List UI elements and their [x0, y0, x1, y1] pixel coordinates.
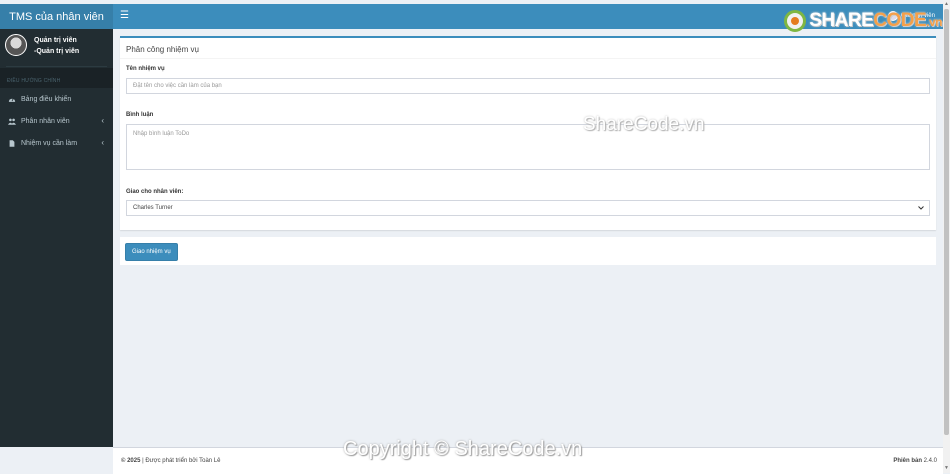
sidebar-section-header: ĐIỀU HƯỚNG CHÍNH — [0, 68, 113, 88]
user-panel: Quản trị viên -Quản trị viên — [5, 29, 107, 67]
assign-task-button[interactable]: Giao nhiệm vụ — [125, 243, 178, 261]
users-icon — [8, 118, 16, 125]
chevron-left-icon: ‹ — [101, 116, 104, 125]
sidebar-item-label: Nhiệm vụ cần làm — [21, 139, 78, 147]
sidebar-item-label: Phân nhân viên — [21, 117, 70, 125]
employee-select[interactable]: Charles Turner — [126, 200, 930, 216]
sharecode-logo-watermark: SHARECODE.vn — [784, 10, 942, 32]
scrollbar-thumb[interactable] — [944, 9, 949, 435]
assign-label: Giao cho nhân viên: — [126, 189, 184, 195]
form-actions: Giao nhiệm vụ — [120, 237, 936, 265]
sidebar-item-employees[interactable]: Phân nhân viên ‹ — [0, 110, 113, 132]
comment-textarea[interactable]: Nhập bình luận ToDo — [126, 124, 930, 170]
scroll-down-icon[interactable]: ▼ — [944, 465, 949, 471]
employee-select-value: Charles Turner — [133, 205, 173, 211]
sidebar: Quản trị viên -Quản trị viên ĐIỀU HƯỚNG … — [0, 29, 113, 447]
task-name-label: Tên nhiệm vụ — [126, 66, 165, 72]
page-scrollbar[interactable]: ▲ ▼ — [943, 0, 950, 473]
sidebar-item-todo[interactable]: Nhiệm vụ cần làm ‹ — [0, 132, 113, 154]
chevron-down-icon — [918, 206, 924, 210]
assign-task-form: Phân công nhiệm vụ Tên nhiệm vụ Đặt tên … — [120, 36, 936, 230]
chevron-left-icon: ‹ — [101, 138, 104, 147]
form-title: Phân công nhiệm vụ — [120, 38, 936, 59]
dashboard-icon — [8, 97, 16, 102]
sidebar-user-name: Quản trị viên — [34, 37, 77, 44]
logo-text-tld: .vn — [926, 15, 942, 29]
sharecode-logo-icon — [784, 10, 807, 32]
sidebar-user-role: -Quản trị viên — [34, 48, 80, 55]
footer-credit: | Được phát triển bởi Toàn Lê — [140, 458, 221, 464]
sharecode-watermark-bottom: Copyright © ShareCode.vn — [343, 438, 583, 460]
file-icon — [9, 139, 15, 147]
sidebar-item-dashboard[interactable]: Bảng điều khiển — [0, 88, 113, 110]
task-name-input[interactable]: Đặt tên cho việc cần làm của bạn — [126, 78, 930, 94]
sharecode-watermark-center: ShareCode.vn — [583, 114, 705, 135]
avatar — [5, 34, 27, 56]
logo-text-code: CODE — [873, 10, 927, 31]
footer-version: 2.4.0 — [921, 458, 937, 464]
comment-label: Bình luận — [126, 112, 154, 118]
footer-version-label: Phiên bản — [893, 458, 922, 464]
brand-logo[interactable]: TMS của nhân viên — [0, 4, 113, 29]
footer-year: © 2025 — [121, 458, 141, 464]
scroll-up-icon[interactable]: ▲ — [944, 1, 949, 7]
hamburger-icon[interactable]: ☰ — [120, 10, 129, 22]
logo-text-share: SHARE — [809, 10, 874, 31]
sidebar-item-label: Bảng điều khiển — [21, 95, 72, 103]
